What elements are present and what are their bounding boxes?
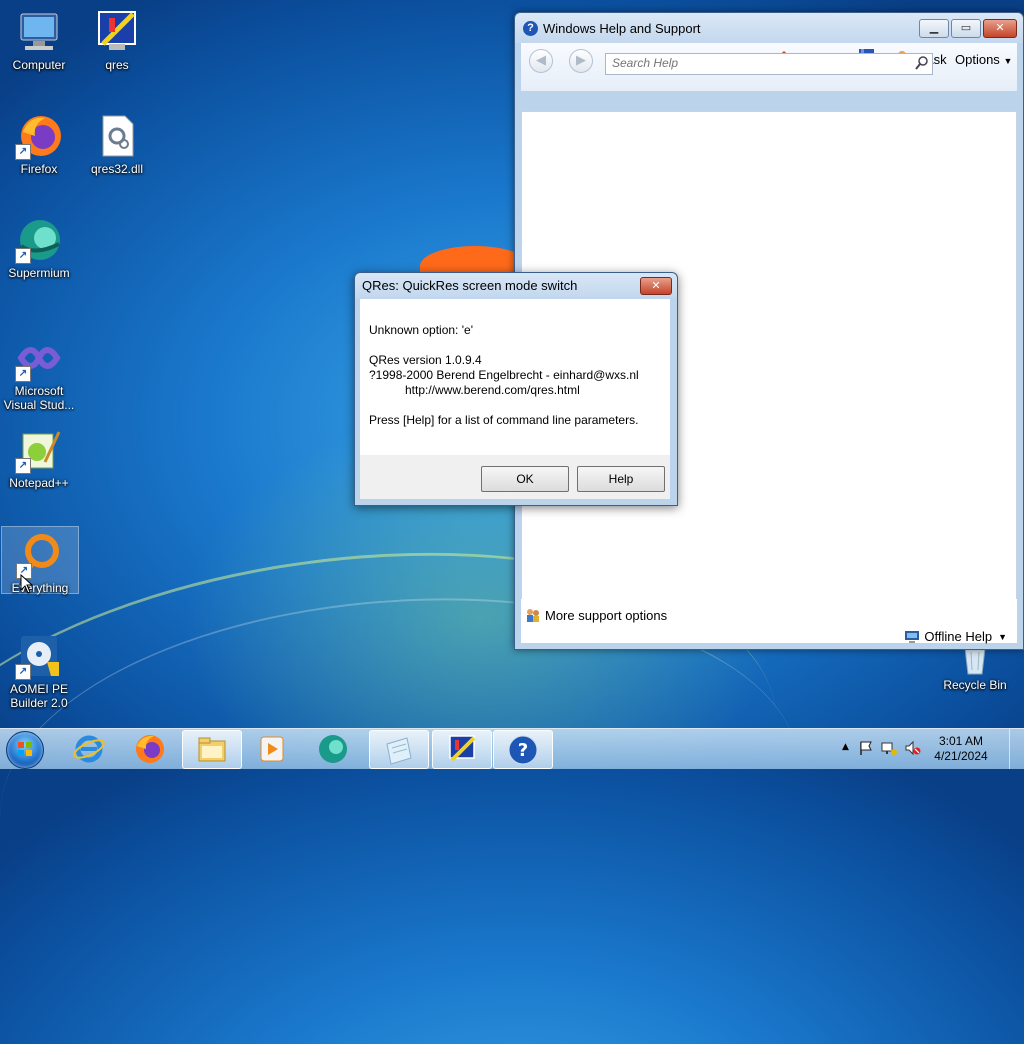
- offline-help-dropdown[interactable]: Offline Help ▼: [904, 629, 1007, 644]
- show-desktop-button[interactable]: [1009, 729, 1024, 769]
- desktop-icon-visual-studio[interactable]: ↗ Microsoft Visual Stud...: [1, 330, 77, 412]
- supermium-icon: [319, 735, 347, 763]
- desktop-icon-label: Computer: [12, 58, 66, 72]
- media-player-icon: [260, 736, 284, 762]
- taskbar-file-explorer[interactable]: [182, 730, 242, 769]
- qres-message-dialog[interactable]: QRes: QuickRes screen mode switch ✕ Unkn…: [354, 272, 678, 506]
- dialog-message: Unknown option: 'e' QRes version 1.0.9.4…: [360, 299, 670, 455]
- forward-button[interactable]: ▶: [569, 49, 593, 73]
- search-box[interactable]: [605, 53, 933, 75]
- system-tray: ▲ 3:01 AM 4/21/2024: [834, 729, 1024, 769]
- desktop-icon-label: qres: [105, 58, 129, 72]
- maximize-button[interactable]: ▭: [951, 19, 981, 38]
- desktop-icon-label: Everything: [11, 581, 69, 595]
- taskbar-supermium[interactable]: [304, 730, 362, 767]
- offline-help-label: Offline Help: [924, 629, 993, 644]
- desktop-icon-recycle-bin[interactable]: Recycle Bin: [937, 644, 1013, 692]
- hint-text: Press [Help] for a list of command line …: [369, 413, 639, 427]
- desktop-icon-everything[interactable]: ↗ Everything: [1, 526, 79, 595]
- firefox-icon: [136, 735, 164, 763]
- more-support-label: More support options: [545, 607, 668, 623]
- qres-app-icon: [449, 735, 476, 762]
- search-icon[interactable]: [915, 56, 929, 70]
- dialog-close-button[interactable]: ✕: [640, 277, 672, 295]
- search-input[interactable]: [606, 54, 908, 72]
- shortcut-arrow-icon: ↗: [15, 664, 31, 680]
- mouse-cursor: [20, 573, 34, 597]
- svg-text:?: ?: [518, 740, 528, 761]
- firefox-icon: ↗: [15, 112, 63, 160]
- visual-studio-icon: ↗: [15, 334, 63, 382]
- taskbar-firefox[interactable]: [121, 730, 179, 767]
- desktop-icon-label: qres32.dll: [90, 162, 144, 176]
- start-button[interactable]: [6, 731, 44, 769]
- shortcut-arrow-icon: ↗: [15, 144, 31, 160]
- desktop-icon-label: Recycle Bin: [943, 678, 1007, 692]
- help-button[interactable]: Help: [577, 466, 665, 492]
- qres-app-icon: [93, 8, 141, 56]
- support-people-icon: [525, 607, 541, 623]
- taskbar: ? ▲ 3:01 AM 4/21/2024: [0, 728, 1024, 769]
- taskbar-media-player[interactable]: [243, 730, 301, 767]
- internet-explorer-icon: [73, 735, 105, 763]
- desktop-icon-label: AOMEI PE Builder 2.0: [9, 682, 68, 710]
- windows-logo-icon: [18, 742, 32, 756]
- action-center-flag-icon[interactable]: [858, 740, 874, 759]
- desktop-icon-notepad-plus-plus[interactable]: ↗ Notepad++: [1, 422, 77, 490]
- dll-file-icon: [93, 112, 141, 160]
- error-text: Unknown option: 'e': [369, 323, 473, 337]
- options-label: Options: [955, 52, 1000, 67]
- ok-button[interactable]: OK: [481, 466, 569, 492]
- taskbar-internet-explorer[interactable]: [60, 730, 118, 767]
- more-support-options-link[interactable]: More support options: [525, 607, 667, 623]
- folder-icon: [198, 737, 226, 762]
- notepad-icon: [386, 737, 412, 765]
- desktop-icon-qres32-dll[interactable]: qres32.dll: [79, 108, 155, 176]
- desktop-icon-supermium[interactable]: ↗ Supermium: [1, 212, 77, 280]
- copyright-text: ?1998-2000 Berend Engelbrecht - einhard@…: [369, 368, 639, 382]
- dialog-button-bar: OK Help: [360, 455, 670, 499]
- taskbar-qres[interactable]: [432, 730, 492, 769]
- desktop-icon-firefox[interactable]: ↗ Firefox: [1, 108, 77, 176]
- offline-computer-icon: [904, 630, 920, 644]
- desktop-icon-label: Firefox: [20, 162, 58, 176]
- chevron-down-icon: ▼: [998, 631, 1007, 642]
- volume-muted-icon[interactable]: [904, 740, 922, 759]
- window-title: Windows Help and Support: [543, 20, 701, 36]
- clock-date: 4/21/2024: [934, 749, 988, 763]
- taskbar-help-and-support[interactable]: ?: [493, 730, 553, 769]
- minimize-button[interactable]: ▁: [919, 19, 949, 38]
- chevron-down-icon: ▼: [1003, 56, 1013, 66]
- help-footer: More support options Offline Help ▼: [521, 599, 1017, 644]
- shortcut-arrow-icon: ↗: [15, 458, 31, 474]
- supermium-icon: ↗: [15, 216, 63, 264]
- desktop-icon-computer[interactable]: Computer: [1, 4, 77, 72]
- shortcut-arrow-icon: ↗: [15, 248, 31, 264]
- clock-time: 3:01 AM: [938, 734, 984, 748]
- show-hidden-icons-chevron-icon[interactable]: ▲: [842, 742, 849, 752]
- network-icon[interactable]: [880, 740, 898, 759]
- url-text: http://www.berend.com/qres.html: [405, 383, 580, 397]
- dialog-title[interactable]: QRes: QuickRes screen mode switch: [355, 273, 677, 299]
- computer-icon: [15, 8, 63, 56]
- desktop-icon-label: Notepad++: [9, 476, 69, 490]
- desktop-icon-label: Supermium: [8, 266, 70, 280]
- desktop-icon-aomei-pe-builder[interactable]: ↗ AOMEI PE Builder 2.0: [1, 628, 77, 710]
- taskbar-notepad[interactable]: [369, 730, 429, 769]
- close-button[interactable]: ✕: [983, 19, 1017, 38]
- version-text: QRes version 1.0.9.4: [369, 353, 482, 367]
- notepad-plus-plus-icon: ↗: [15, 426, 63, 474]
- shortcut-arrow-icon: ↗: [15, 366, 31, 382]
- clock[interactable]: 3:01 AM 4/21/2024: [926, 734, 996, 764]
- everything-search-icon: ↗: [16, 531, 64, 579]
- help-question-icon: ?: [523, 20, 538, 36]
- help-question-icon: ?: [508, 735, 538, 765]
- aomei-pe-builder-icon: ↗: [15, 632, 63, 680]
- desktop-icon-qres[interactable]: qres: [79, 4, 155, 72]
- back-button[interactable]: ◀: [529, 49, 553, 73]
- options-menu[interactable]: Options ▼: [955, 52, 1012, 67]
- desktop-icon-label: Microsoft Visual Stud...: [3, 384, 75, 412]
